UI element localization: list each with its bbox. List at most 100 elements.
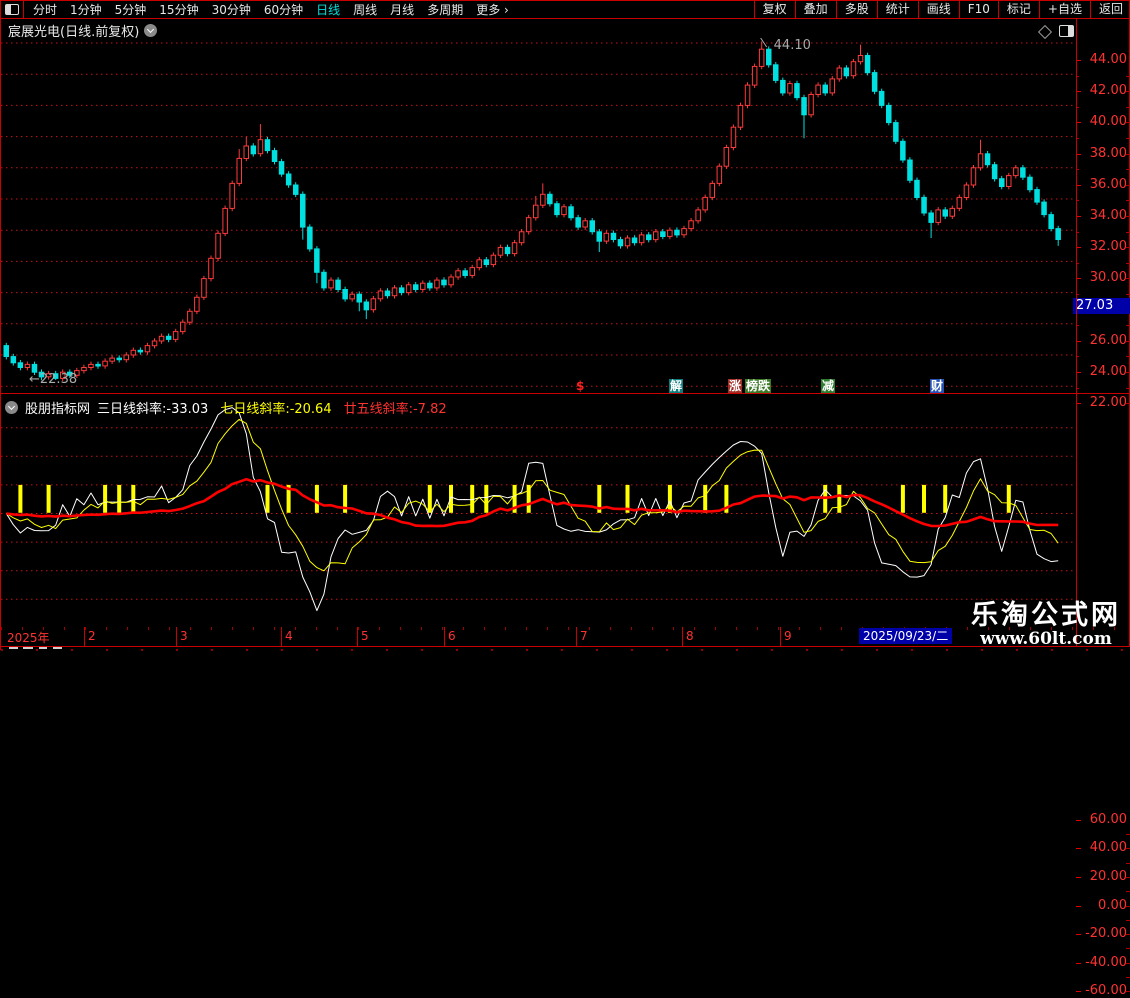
toolbar-button-复权[interactable]: 复权 xyxy=(753,1,795,18)
toolbar-button-F10[interactable]: F10 xyxy=(958,1,998,18)
date-badge: 2025/09/23/二 xyxy=(859,628,953,644)
oscillator-chart[interactable] xyxy=(1,394,1076,627)
period-tab-更多 ›[interactable]: 更多 › xyxy=(476,2,509,18)
time-axis[interactable]: 2025年 2 3 4 5 6 7 8 9 2025/09/23/二 xyxy=(1,627,1130,647)
candle xyxy=(300,193,306,228)
indicator-readings: 三日线斜率:-33.03 七日线斜率:-20.64 廿五线斜率:-7.82 xyxy=(97,398,459,417)
toolbar-button-返回[interactable]: 返回 xyxy=(1089,1,1130,18)
time-axis-month-3: 3 xyxy=(180,629,188,643)
period-tab-30分钟[interactable]: 30分钟 xyxy=(212,2,251,18)
signal-bar xyxy=(103,484,108,513)
event-marker-解[interactable]: 解 xyxy=(669,379,684,393)
candle xyxy=(321,271,327,289)
candle xyxy=(688,220,694,230)
toolbar-button-多股[interactable]: 多股 xyxy=(835,1,877,18)
period-tab-日线[interactable]: 日线 xyxy=(316,2,340,18)
event-marker-榜跌[interactable]: 榜跌 xyxy=(745,379,772,393)
candle xyxy=(250,145,257,155)
candle xyxy=(836,67,843,80)
candle xyxy=(575,217,581,228)
candle xyxy=(1041,201,1047,216)
sidebar-toggle-icon xyxy=(5,4,19,15)
signal-bar xyxy=(837,484,842,513)
axis-tick-minor xyxy=(1126,862,1130,864)
candle xyxy=(709,182,715,198)
axis-tick-minor xyxy=(1126,216,1130,217)
period-tab-分时[interactable]: 分时 xyxy=(33,2,57,18)
candle xyxy=(907,159,913,181)
period-tab-1分钟[interactable]: 1分钟 xyxy=(70,2,102,18)
candle xyxy=(624,237,631,247)
indicator-panel[interactable]: 股朋指标网 三日线斜率:-33.03 七日线斜率:-20.64 廿五线斜率:-7.8… xyxy=(1,393,1130,998)
candle xyxy=(730,126,737,148)
chart-title-text: 宸展光电(日线.前复权) xyxy=(8,25,140,40)
candle xyxy=(1034,189,1040,203)
period-tab-5分钟[interactable]: 5分钟 xyxy=(115,2,147,18)
axis-tick-minor xyxy=(1126,977,1130,978)
candle xyxy=(236,157,242,184)
axis-divider-line xyxy=(1076,18,1077,646)
toolbar-button-画线[interactable]: 画线 xyxy=(917,1,959,18)
candle xyxy=(977,153,984,169)
period-tab-多周期[interactable]: 多周期 xyxy=(427,2,463,18)
toolbar-button-标记[interactable]: 标记 xyxy=(997,1,1039,18)
period-tab-月线[interactable]: 月线 xyxy=(390,2,414,18)
chevron-down-icon[interactable] xyxy=(5,401,18,414)
candle xyxy=(780,79,786,94)
candle xyxy=(109,357,115,362)
candle xyxy=(278,161,285,175)
candle xyxy=(377,290,384,300)
candle xyxy=(518,231,525,244)
price-axis-label: 42.00 xyxy=(1089,83,1127,99)
candle xyxy=(462,270,468,277)
event-marker-财[interactable]: 财 xyxy=(930,379,945,393)
axis-tick-minor xyxy=(1126,325,1130,327)
candle xyxy=(631,237,638,244)
signal-bar xyxy=(922,484,926,513)
candle xyxy=(617,239,624,247)
candle xyxy=(264,139,271,152)
candle xyxy=(1013,167,1019,177)
period-tab-60分钟[interactable]: 60分钟 xyxy=(264,2,303,18)
month-divider xyxy=(281,627,282,646)
event-marker-$[interactable]: $ xyxy=(575,379,585,393)
period-tab-周线[interactable]: 周线 xyxy=(353,2,377,18)
axis-tick-minor xyxy=(1126,262,1130,264)
candle xyxy=(427,282,433,289)
candle xyxy=(857,55,864,63)
candle xyxy=(525,217,532,233)
time-axis-year: 2025年 xyxy=(7,631,50,645)
candle xyxy=(257,139,264,155)
candle xyxy=(1027,176,1033,191)
candle xyxy=(10,356,17,364)
signal-bar xyxy=(943,484,948,513)
candle xyxy=(914,179,920,199)
candle xyxy=(420,282,426,290)
event-marker-涨[interactable]: 涨 xyxy=(728,379,743,393)
candle xyxy=(497,246,504,256)
toolbar-button-叠加[interactable]: 叠加 xyxy=(794,1,836,18)
toolbar: 分时 1分钟 5分钟 15分钟 30分钟 60分钟 日线 周线 月线 多周期 更多 › 复权 叠加 多股… xyxy=(1,1,1130,19)
candle xyxy=(970,167,977,186)
candlestick-chart[interactable]: 44.10 ←22.38 xyxy=(1,18,1076,393)
candle xyxy=(801,97,807,116)
toolbar-button-统计[interactable]: 统计 xyxy=(876,1,918,18)
toolbar-button-+自选[interactable]: +自选 xyxy=(1038,1,1090,18)
candle xyxy=(88,363,94,368)
main-chart-panel[interactable]: 44.10 ←22.38 宸展光电(日线.前复权) $ 解 涨榜跌 减 财 44.00 42… xyxy=(1,18,1130,410)
candle xyxy=(695,209,701,222)
event-marker-减[interactable]: 减 xyxy=(821,379,836,393)
candle xyxy=(187,310,193,323)
time-axis-month-6: 6 xyxy=(448,629,456,643)
candle xyxy=(610,232,617,241)
candle xyxy=(900,140,906,161)
panel-toggle-icon[interactable] xyxy=(1,1,24,18)
window-split-icon[interactable] xyxy=(1059,25,1074,37)
candle xyxy=(864,55,871,74)
signal-bar xyxy=(46,484,51,513)
chevron-down-icon[interactable] xyxy=(144,24,158,37)
time-axis-month-7: 7 xyxy=(580,629,588,643)
slope7-line xyxy=(6,418,1059,572)
period-tab-15分钟[interactable]: 15分钟 xyxy=(159,2,198,18)
candle xyxy=(660,231,666,238)
